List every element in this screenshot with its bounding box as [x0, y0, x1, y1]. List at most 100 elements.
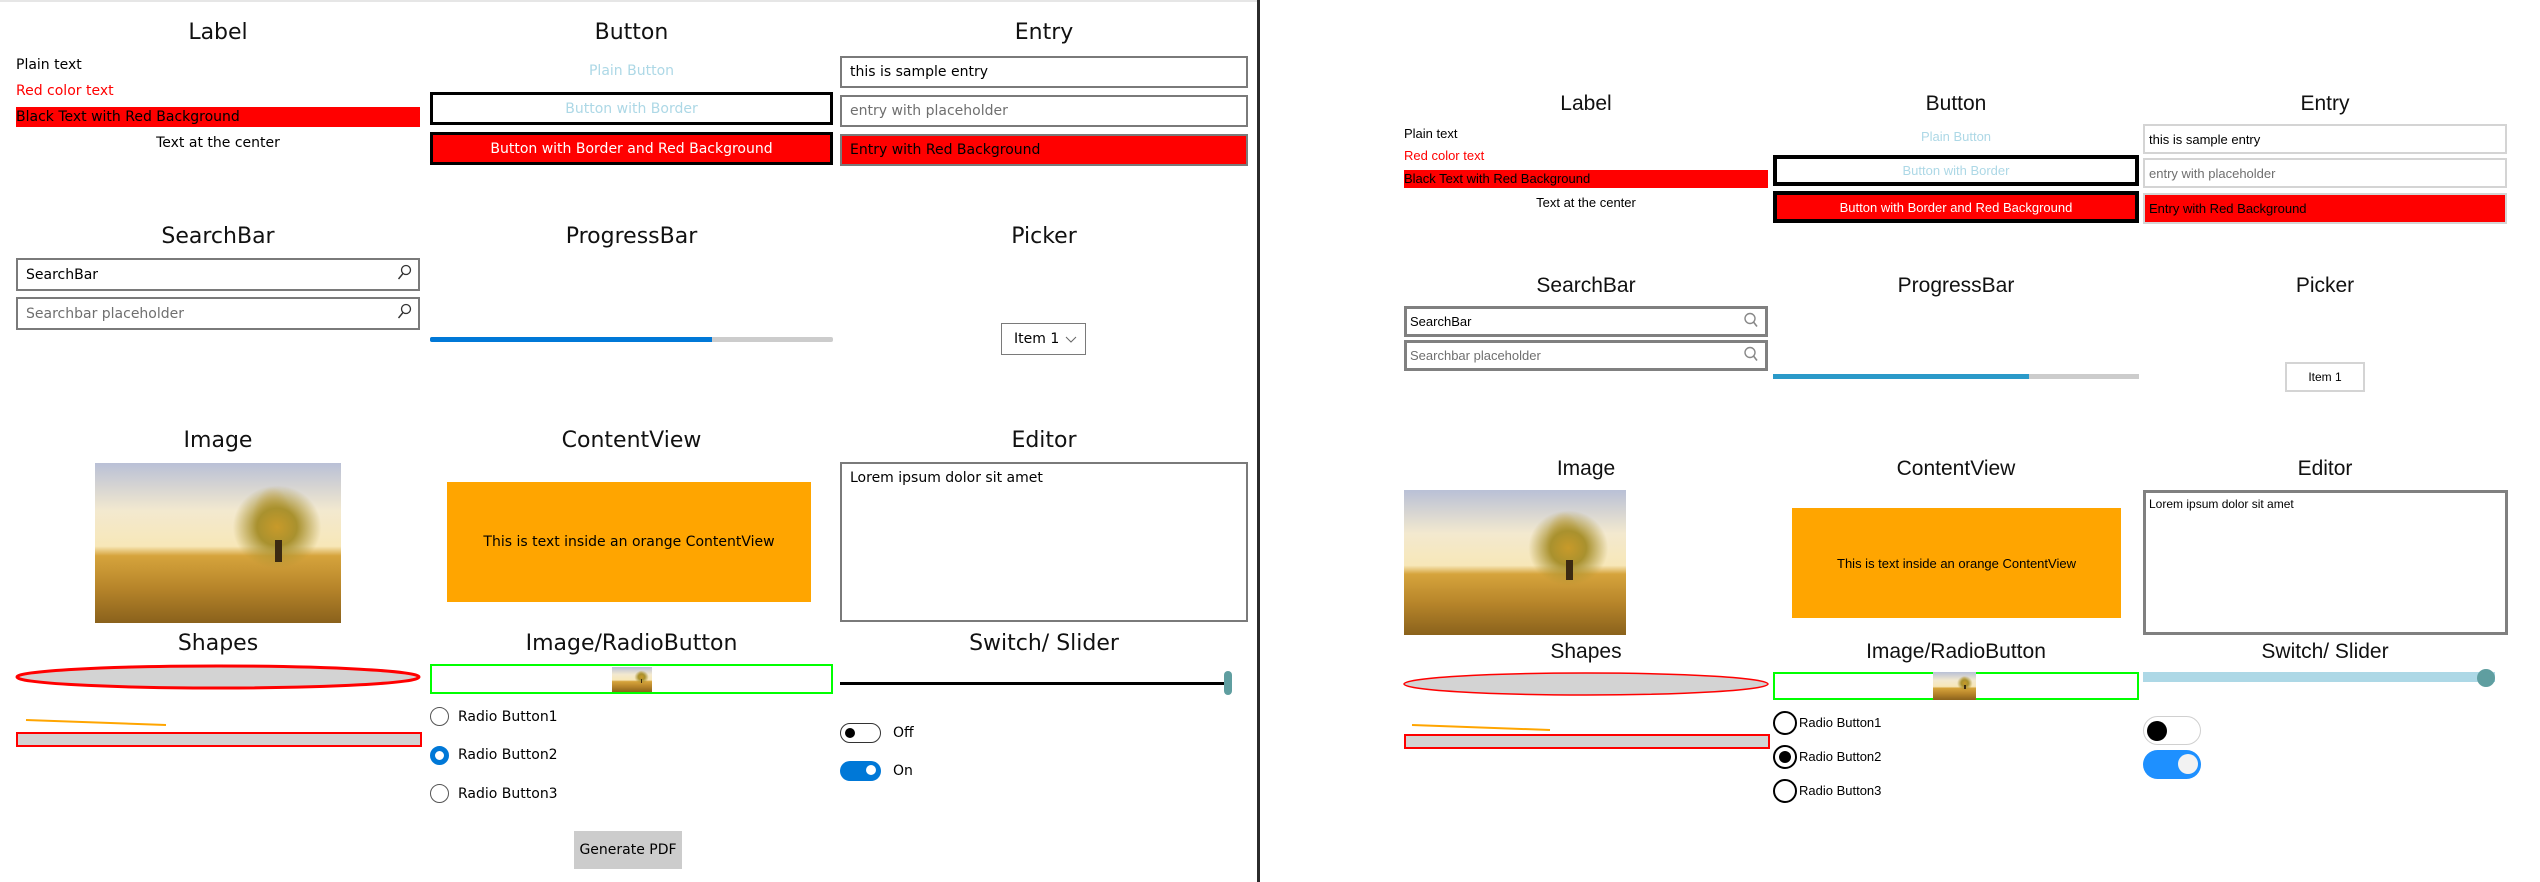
- slider-thumb[interactable]: [1224, 671, 1232, 695]
- pdf-searchbar-value: SearchBar: [1410, 314, 1472, 329]
- placeholder-entry[interactable]: entry with placeholder: [840, 95, 1248, 127]
- picker-selected-value: Item 1: [1014, 331, 1060, 347]
- progress-bar: [430, 337, 833, 342]
- orange-contentview: This is text inside an orange ContentVie…: [447, 482, 811, 602]
- sample-entry[interactable]: this is sample entry: [840, 56, 1248, 88]
- pdf-editor: Lorem ipsum dolor sit amet: [2143, 490, 2508, 635]
- section-heading-contentview: ContentView: [561, 428, 702, 453]
- radio-button-2[interactable]: Radio Button2: [430, 745, 630, 765]
- radio-button-3[interactable]: Radio Button3: [430, 784, 630, 803]
- panel-divider: [1257, 0, 1260, 882]
- switch-knob: [845, 728, 855, 738]
- centered-text-label: Text at the center: [156, 135, 280, 151]
- radio-unchecked-icon[interactable]: [430, 784, 449, 803]
- pdf-progress-bar-fill: [1773, 374, 2030, 379]
- pdf-searchbar-filled: SearchBar: [1404, 306, 1768, 337]
- search-icon: [1743, 311, 1759, 332]
- section-heading-button: Button: [594, 20, 669, 45]
- pdf-slider-track: [2143, 672, 2495, 682]
- radio-label: Radio Button1: [458, 708, 558, 725]
- radio-unchecked-icon: [1773, 711, 1797, 735]
- radio-unchecked-icon[interactable]: [430, 707, 449, 726]
- pdf-editor-text: Lorem ipsum dolor sit amet: [2149, 497, 2294, 511]
- radio-label: Radio Button3: [458, 785, 558, 802]
- pdf-red-background-label: Black Text with Red Background: [1404, 170, 1768, 188]
- contentview-text: This is text inside an orange ContentVie…: [483, 534, 775, 550]
- pdf-bordered-button: Button with Border: [1773, 155, 2139, 186]
- pdf-searchbar-placeholder-text: Searchbar placeholder: [1410, 348, 1541, 363]
- radio-checked-icon: [1773, 745, 1797, 769]
- switch-label: On: [893, 763, 913, 779]
- picker-dropdown[interactable]: Item 1: [1001, 323, 1086, 355]
- pdf-toggle-switch-off: [2143, 716, 2201, 745]
- section-heading-editor: Editor: [1011, 428, 1077, 453]
- pdf-red-entry-value: Entry with Red Background: [2149, 201, 2307, 216]
- pdf-plain-button: Plain Button: [1920, 128, 1992, 144]
- search-icon: [1743, 345, 1759, 366]
- toggle-switch-off[interactable]: [840, 723, 881, 743]
- bordered-red-button[interactable]: Button with Border and Red Background: [430, 132, 833, 165]
- pdf-heading-shapes: Shapes: [1550, 640, 1622, 663]
- pdf-radio-button-2: Radio Button2: [1773, 745, 1973, 769]
- searchbar-value: SearchBar: [26, 266, 99, 283]
- pdf-red-background-entry: Entry with Red Background: [2143, 193, 2507, 224]
- pdf-heading-editor: Editor: [2297, 457, 2353, 480]
- pdf-placeholder-entry: entry with placeholder: [2143, 158, 2507, 188]
- plain-text-label: Plain text: [16, 57, 82, 73]
- pdf-toggle-switch-on: [2143, 750, 2201, 779]
- shapes-canvas: [15, 664, 422, 747]
- pdf-sample-entry-value: this is sample entry: [2149, 131, 2261, 147]
- generate-pdf-button[interactable]: Generate PDF: [574, 831, 682, 869]
- pdf-image-button-thumbnail: [1933, 672, 1976, 700]
- bordered-button[interactable]: Button with Border: [430, 92, 833, 125]
- pdf-red-text-label: Red color text: [1404, 148, 1485, 163]
- pdf-plain-text-label: Plain text: [1404, 126, 1458, 141]
- pdf-centered-text-label: Text at the center: [1536, 195, 1636, 210]
- radio-button-1[interactable]: Radio Button1: [430, 707, 630, 726]
- red-text-label: Red color text: [16, 83, 114, 99]
- toggle-switch-on[interactable]: [840, 761, 881, 781]
- image-button[interactable]: [430, 664, 833, 694]
- switch-knob: [2178, 753, 2198, 774]
- pdf-preview-panel: Label Button Entry Plain text Red color …: [1262, 0, 2540, 882]
- editor-textarea[interactable]: Lorem ipsum dolor sit amet: [840, 462, 1248, 622]
- pdf-heading-searchbar: SearchBar: [1536, 274, 1636, 297]
- pdf-sample-entry: this is sample entry: [2143, 124, 2507, 154]
- pdf-progress-bar: [1773, 374, 2139, 379]
- red-background-entry[interactable]: Entry with Red Background: [840, 134, 1248, 166]
- image-button-thumbnail: [612, 667, 652, 692]
- pdf-heading-progressbar: ProgressBar: [1897, 274, 2015, 297]
- pdf-searchbar-placeholder: Searchbar placeholder: [1404, 340, 1768, 371]
- pdf-ellipse-shape: [1403, 672, 1769, 696]
- pdf-heading-button: Button: [1925, 92, 1987, 115]
- rectangle-shape: [16, 732, 422, 747]
- searchbar-placeholder[interactable]: Searchbar placeholder: [16, 297, 420, 330]
- pdf-heading-contentview: ContentView: [1896, 457, 2016, 480]
- section-heading-image-radiobutton: Image/RadioButton: [525, 631, 738, 656]
- radio-label: Radio Button2: [458, 747, 558, 763]
- app-window-panel: Label Button Entry Plain text Red color …: [0, 0, 1257, 882]
- red-entry-value: Entry with Red Background: [850, 142, 1041, 158]
- ellipse-shape: [15, 664, 421, 690]
- searchbar-filled[interactable]: SearchBar: [16, 258, 420, 291]
- search-icon[interactable]: [396, 303, 412, 325]
- pdf-heading-entry: Entry: [2300, 92, 2350, 115]
- pdf-heading-picker: Picker: [2295, 274, 2355, 297]
- switch-knob: [866, 765, 876, 775]
- switch-label: Off: [893, 725, 914, 741]
- line-shape: [25, 719, 167, 726]
- pdf-heading-image: Image: [1556, 457, 1616, 480]
- radio-checked-icon[interactable]: [430, 745, 449, 765]
- section-heading-progressbar: ProgressBar: [565, 224, 698, 249]
- pdf-contentview-text: This is text inside an orange ContentVie…: [1837, 555, 2076, 571]
- plain-button[interactable]: Plain Button: [430, 58, 833, 84]
- section-heading-entry: Entry: [1014, 20, 1074, 45]
- search-icon[interactable]: [396, 264, 412, 286]
- slider-track[interactable]: [840, 682, 1232, 685]
- section-heading-searchbar: SearchBar: [161, 224, 275, 249]
- radio-label: Radio Button2: [1799, 749, 1882, 764]
- progress-bar-fill: [430, 337, 713, 342]
- pdf-picker-selected-value: Item 1: [2308, 370, 2342, 384]
- pdf-slider-thumb: [2477, 669, 2495, 687]
- section-heading-image: Image: [183, 428, 253, 453]
